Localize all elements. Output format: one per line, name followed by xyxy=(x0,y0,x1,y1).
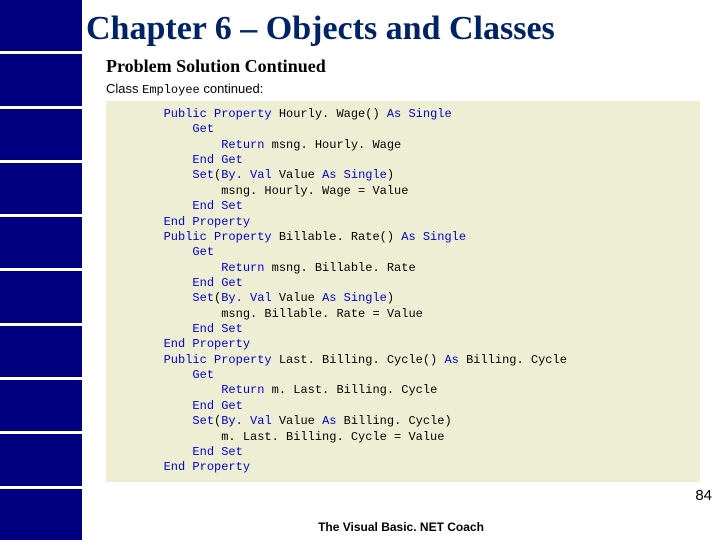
sidebar-block xyxy=(0,489,82,540)
code-line: Set(By. Val Value As Single) xyxy=(106,168,700,183)
footer-text: The Visual Basic. NET Coach xyxy=(82,520,720,534)
code-line: Public Property Last. Billing. Cycle() A… xyxy=(106,353,700,368)
class-name: Employee xyxy=(142,83,200,97)
code-line: Public Property Billable. Rate() As Sing… xyxy=(106,230,700,245)
page-number: 84 xyxy=(695,487,712,504)
sidebar-block xyxy=(0,217,82,271)
code-line: Get xyxy=(106,245,700,260)
code-line: Return msng. Billable. Rate xyxy=(106,261,700,276)
code-line: End Set xyxy=(106,445,700,460)
sidebar-block xyxy=(0,326,82,380)
code-line: End Get xyxy=(106,276,700,291)
sidebar-block xyxy=(0,54,82,108)
code-line: msng. Hourly. Wage = Value xyxy=(106,184,700,199)
code-line: End Property xyxy=(106,215,700,230)
code-line: End Set xyxy=(106,322,700,337)
code-line: Return m. Last. Billing. Cycle xyxy=(106,383,700,398)
code-line: End Property xyxy=(106,337,700,352)
class-continuation-line: Class Employee continued: xyxy=(82,81,720,101)
code-line: End Property xyxy=(106,460,700,475)
class-prefix: Class xyxy=(106,81,142,96)
code-line: Return msng. Hourly. Wage xyxy=(106,138,700,153)
code-line: Get xyxy=(106,368,700,383)
code-line: Get xyxy=(106,122,700,137)
sidebar-decoration xyxy=(0,0,82,540)
slide-content: Chapter 6 – Objects and Classes Problem … xyxy=(82,0,720,540)
subtitle: Problem Solution Continued xyxy=(82,54,720,81)
code-line: End Get xyxy=(106,153,700,168)
sidebar-block xyxy=(0,109,82,163)
sidebar-block xyxy=(0,434,82,488)
code-line: Set(By. Val Value As Billing. Cycle) xyxy=(106,414,700,429)
sidebar-block xyxy=(0,0,82,54)
code-line: Public Property Hourly. Wage() As Single xyxy=(106,107,700,122)
sidebar-block xyxy=(0,163,82,217)
code-listing: Public Property Hourly. Wage() As Single… xyxy=(106,101,700,482)
code-line: m. Last. Billing. Cycle = Value xyxy=(106,430,700,445)
sidebar-block xyxy=(0,380,82,434)
code-line: End Set xyxy=(106,199,700,214)
code-line: msng. Billable. Rate = Value xyxy=(106,307,700,322)
code-line: End Get xyxy=(106,399,700,414)
class-suffix: continued: xyxy=(200,81,264,96)
page-title: Chapter 6 – Objects and Classes xyxy=(82,0,720,54)
code-line: Set(By. Val Value As Single) xyxy=(106,291,700,306)
sidebar-block xyxy=(0,271,82,325)
